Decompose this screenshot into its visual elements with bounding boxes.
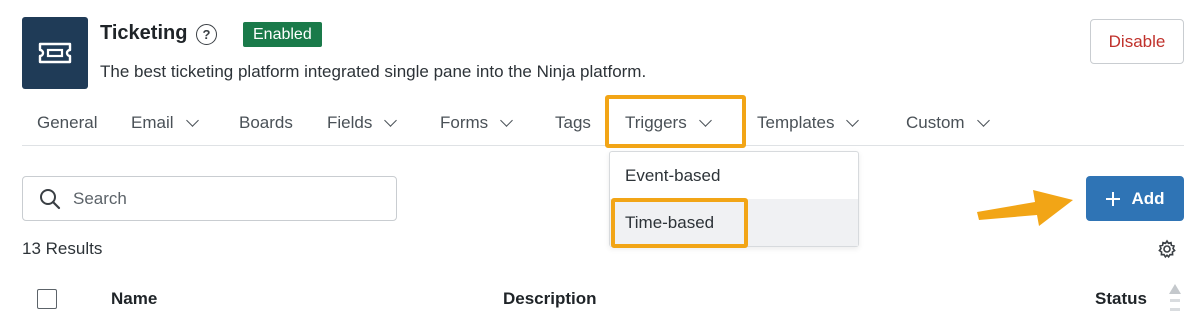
add-button[interactable]: Add <box>1086 176 1184 221</box>
search-input[interactable]: Search <box>22 176 397 221</box>
search-placeholder: Search <box>73 188 127 208</box>
tab-divider <box>22 145 1184 146</box>
tab-label: Templates <box>757 113 835 132</box>
select-all-checkbox[interactable] <box>37 289 57 309</box>
column-header-status[interactable]: Status <box>1095 289 1147 309</box>
tab-email[interactable]: Email <box>131 108 199 138</box>
time-based-highlight-box <box>611 198 748 248</box>
chevron-down-icon <box>384 114 398 127</box>
tab-tags[interactable]: Tags <box>555 108 591 138</box>
search-icon <box>40 188 61 209</box>
column-header-name[interactable]: Name <box>111 289 157 309</box>
chevron-down-icon <box>976 114 990 127</box>
gear-icon[interactable] <box>1157 239 1177 259</box>
chevron-down-icon <box>185 114 199 127</box>
tab-boards[interactable]: Boards <box>239 108 293 138</box>
help-icon[interactable]: ? <box>196 24 217 45</box>
plus-icon <box>1106 191 1121 206</box>
tab-forms[interactable]: Forms <box>440 108 514 138</box>
triggers-highlight-box <box>605 95 746 148</box>
tab-label: General <box>37 113 98 132</box>
tab-label: Fields <box>327 113 373 132</box>
sort-icon[interactable] <box>1168 284 1182 316</box>
results-count: 13 Results <box>22 239 103 258</box>
tab-label: Tags <box>555 113 591 132</box>
page-description: The best ticketing platform integrated s… <box>100 62 647 81</box>
tab-label: Email <box>131 113 174 132</box>
arrow-annotation-icon <box>977 190 1073 226</box>
add-button-label: Add <box>1131 188 1165 208</box>
chevron-down-icon <box>846 114 860 127</box>
ticket-icon <box>38 42 72 64</box>
tab-fields[interactable]: Fields <box>327 108 398 138</box>
disable-button[interactable]: Disable <box>1090 19 1184 64</box>
tab-label: Custom <box>906 113 965 132</box>
tab-custom[interactable]: Custom <box>906 108 990 138</box>
chevron-down-icon <box>500 114 514 127</box>
status-badge: Enabled <box>243 22 322 47</box>
menu-item-event-based[interactable]: Event-based <box>610 152 858 199</box>
page-title: Ticketing <box>100 22 188 44</box>
tab-label: Forms <box>440 113 489 132</box>
tab-general[interactable]: General <box>37 108 97 138</box>
tab-label: Boards <box>239 113 293 132</box>
tab-templates[interactable]: Templates <box>757 108 860 138</box>
app-icon <box>22 17 88 89</box>
column-header-description[interactable]: Description <box>503 289 597 309</box>
